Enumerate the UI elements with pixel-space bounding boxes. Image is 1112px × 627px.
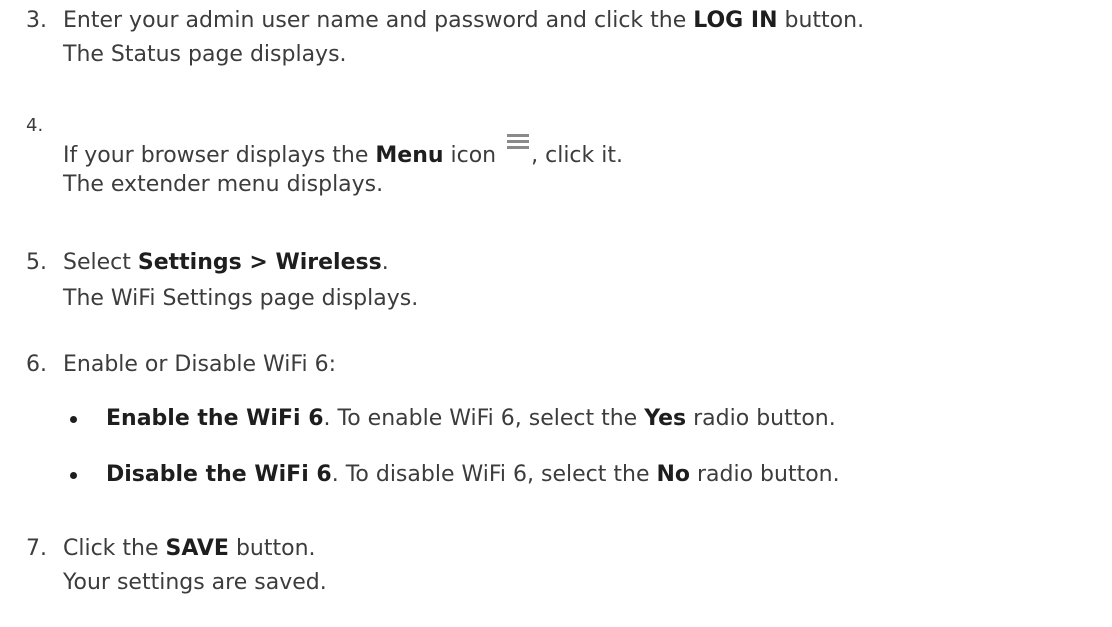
- step-text: Enter your admin user name and password …: [63, 4, 864, 72]
- bullet-text: Enable the WiFi 6. To enable WiFi 6, sel…: [106, 402, 836, 436]
- bullet-title: Enable the WiFi 6: [106, 406, 324, 431]
- menu-icon: [507, 134, 530, 150]
- settings-wireless-label: Settings > Wireless: [137, 250, 382, 275]
- bullet-icon: [70, 472, 77, 479]
- step-number: 6.: [26, 352, 47, 377]
- bullet-title: Disable the WiFi 6: [106, 462, 332, 487]
- step-number: 5.: [26, 250, 47, 275]
- step-number: 4.: [26, 115, 44, 136]
- step-line: Select Settings > Wireless.: [63, 246, 418, 280]
- bullet-text-part: radio button.: [686, 406, 836, 431]
- bullet-text: Disable the WiFi 6. To disable WiFi 6, s…: [106, 458, 840, 492]
- step-line: Enable or Disable WiFi 6:: [63, 352, 336, 377]
- step-text: Click the SAVE button. Your settings are…: [63, 532, 327, 600]
- step-text-part: , click it.: [531, 143, 623, 168]
- step-text-part: button.: [777, 8, 865, 33]
- menu-label: Menu: [375, 143, 444, 168]
- step-text: If your browser displays the Menu icon ,…: [63, 134, 623, 202]
- step-result: Your settings are saved.: [63, 570, 327, 595]
- step-line: Enter your admin user name and password …: [63, 4, 864, 38]
- step-text: Enable or Disable WiFi 6:: [63, 348, 336, 382]
- bullet-text-part: . To disable WiFi 6, select the: [331, 462, 657, 487]
- step-text: Select Settings > Wireless. The WiFi Set…: [63, 246, 418, 316]
- yes-radio-label: Yes: [644, 406, 687, 431]
- no-radio-label: No: [656, 462, 690, 487]
- step-result: The extender menu displays.: [63, 172, 384, 197]
- step-text-part: If your browser displays the: [63, 143, 376, 168]
- step-result: The WiFi Settings page displays.: [63, 286, 419, 311]
- step-text-part: button.: [228, 536, 316, 561]
- instruction-document: 3. Enter your admin user name and passwo…: [0, 0, 1112, 627]
- step-text-part: .: [381, 250, 389, 275]
- bullet-text-part: radio button.: [690, 462, 840, 487]
- save-button-label: SAVE: [165, 536, 229, 561]
- step-text-part: Click the: [63, 536, 166, 561]
- step-number: 3.: [26, 8, 47, 33]
- bullet-text-part: . To enable WiFi 6, select the: [323, 406, 645, 431]
- step-text-part: Select: [63, 250, 138, 275]
- bullet-icon: [70, 416, 77, 423]
- step-number: 7.: [26, 536, 47, 561]
- step-text-part: Enter your admin user name and password …: [63, 8, 694, 33]
- step-line: If your browser displays the Menu icon ,…: [63, 134, 623, 168]
- log-in-button-label: LOG IN: [693, 8, 778, 33]
- step-text-part: icon: [443, 143, 504, 168]
- step-result: The Status page displays.: [63, 42, 347, 67]
- step-line: Click the SAVE button.: [63, 532, 327, 566]
